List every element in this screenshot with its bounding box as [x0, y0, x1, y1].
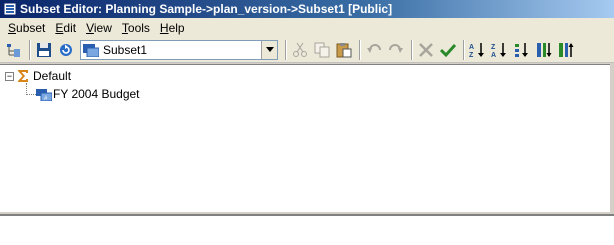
tree-view-icon — [7, 43, 20, 57]
svg-text:A: A — [491, 52, 496, 58]
expand-button[interactable] — [534, 40, 554, 60]
copy-button[interactable] — [312, 40, 332, 60]
menu-view-accel: V — [86, 20, 94, 35]
tree-view-button[interactable] — [4, 40, 24, 60]
menu-view-rest: iew — [93, 20, 112, 35]
keep-button[interactable] — [438, 40, 458, 60]
leaf-element-icon: # — [36, 88, 52, 101]
menu-subset-accel: S — [8, 20, 17, 35]
menu-edit[interactable]: Edit — [50, 20, 81, 36]
refresh-button[interactable] — [56, 40, 76, 60]
menu-subset-rest: ubset — [16, 20, 46, 35]
save-icon — [37, 42, 51, 57]
menu-help[interactable]: Help — [155, 20, 190, 36]
sort-asc-icon: A Z — [469, 42, 484, 58]
expression-pane[interactable] — [0, 214, 614, 245]
undo-icon — [367, 43, 381, 53]
refresh-icon — [60, 43, 72, 56]
collapse-node-icon[interactable]: − — [5, 71, 14, 81]
copy-icon — [314, 42, 330, 57]
collapse-icon — [559, 42, 574, 57]
toolbar: Subset1 A Z Z A — [0, 37, 614, 63]
tree-node-child[interactable]: # FY 2004 Budget — [36, 86, 140, 102]
menu-tools-rest: ools — [127, 20, 150, 35]
combo-dropdown-button[interactable] — [261, 40, 277, 59]
svg-text:A: A — [469, 44, 474, 51]
panel-edge — [610, 63, 614, 213]
toolbar-separator — [29, 39, 31, 60]
subset-editor-icon — [3, 2, 17, 16]
delete-button[interactable] — [416, 40, 436, 60]
subset-combo[interactable]: Subset1 — [80, 39, 278, 60]
tree-node-root[interactable]: − Default — [5, 68, 71, 84]
cut-button[interactable] — [290, 40, 310, 60]
sort-hierarchy-button[interactable] — [512, 40, 532, 60]
subset-tree[interactable]: − Default # FY 2004 Budget — [0, 64, 614, 212]
undo-button[interactable] — [364, 40, 384, 60]
title-bar: Subset Editor: Planning Sample->plan_ver… — [0, 0, 614, 18]
chevron-down-icon — [265, 47, 274, 52]
keep-icon — [440, 43, 456, 57]
sort-asc-button[interactable]: A Z — [468, 40, 488, 60]
toolbar-separator — [359, 39, 361, 60]
window-title: Subset Editor: Planning Sample->plan_ver… — [20, 2, 393, 16]
paste-button[interactable] — [334, 40, 354, 60]
toolbar-separator — [463, 39, 465, 60]
menu-view[interactable]: View — [81, 20, 117, 36]
toolbar-separator — [411, 39, 413, 60]
subset-combo-value: Subset1 — [103, 42, 148, 57]
svg-text:Z: Z — [469, 52, 474, 58]
menu-tools[interactable]: Tools — [117, 20, 155, 36]
menu-edit-rest: dit — [63, 20, 77, 35]
sort-hier-icon — [515, 42, 528, 57]
expand-icon — [537, 42, 552, 57]
svg-text:Z: Z — [491, 44, 496, 51]
paste-icon — [336, 42, 352, 57]
menu-subset[interactable]: Subset — [3, 20, 50, 36]
menu-help-rest: elp — [168, 20, 185, 35]
sort-desc-icon: Z A — [491, 42, 506, 58]
tree-node-label: FY 2004 Budget — [53, 87, 140, 101]
sigma-consolidation-icon — [18, 70, 28, 82]
save-button[interactable] — [34, 40, 54, 60]
redo-button[interactable] — [386, 40, 406, 60]
redo-icon — [389, 43, 403, 53]
tree-connector — [26, 94, 36, 95]
subset-icon — [83, 43, 99, 57]
menu-bar: Subset Edit View Tools Help — [0, 18, 614, 37]
delete-icon — [419, 42, 433, 57]
menu-help-accel: H — [159, 20, 169, 35]
sort-desc-button[interactable]: Z A — [490, 40, 510, 60]
cut-icon — [293, 42, 307, 57]
toolbar-separator — [285, 39, 287, 60]
tree-node-label: Default — [33, 69, 72, 83]
collapse-button[interactable] — [556, 40, 576, 60]
